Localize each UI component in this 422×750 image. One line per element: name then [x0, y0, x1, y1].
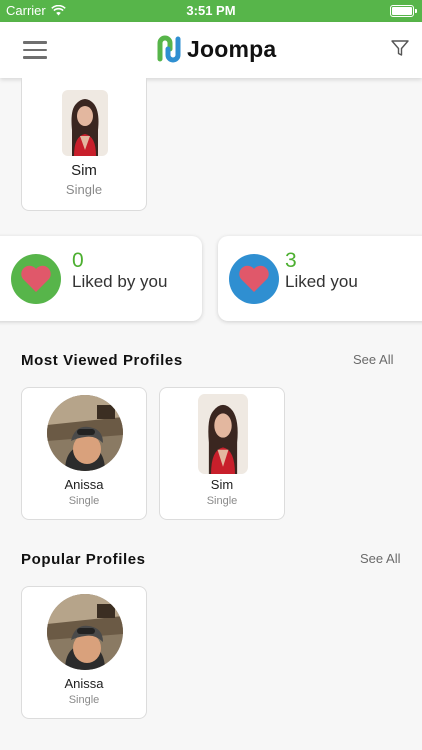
liked-by-you-label: Liked by you [72, 272, 168, 291]
profile-avatar [47, 395, 123, 471]
battery-icon [390, 5, 417, 17]
liked-you-label: Liked you [285, 272, 358, 291]
heart-icon [11, 254, 61, 304]
hamburger-menu-icon[interactable] [23, 41, 47, 59]
profile-name: Sim [71, 162, 97, 179]
profile-status: Single [68, 694, 100, 706]
profile-name: Sim [210, 477, 234, 492]
liked-you-card[interactable]: 3 Liked you [218, 236, 422, 321]
liked-by-you-card[interactable]: 0 Liked by you [0, 236, 202, 321]
profile-name: Anissa [64, 676, 104, 691]
profile-card-anissa[interactable]: Anissa Single [21, 586, 147, 719]
profile-card-anissa[interactable]: Anissa Single [21, 387, 147, 520]
filter-funnel-icon[interactable] [390, 38, 410, 58]
profile-avatar [198, 394, 248, 474]
popular-see-all-link[interactable]: See All [360, 551, 400, 566]
status-bar: Carrier 3:51 PM [0, 0, 422, 22]
liked-you-count: 3 [285, 249, 297, 272]
featured-profile-card[interactable]: Sim Single [21, 78, 147, 211]
profile-avatar [47, 594, 123, 670]
joompa-logo-icon [157, 35, 181, 63]
profile-status: Single [68, 495, 100, 507]
heart-icon [229, 254, 279, 304]
popular-profiles-title: Popular Profiles [21, 551, 146, 568]
profile-photo [62, 90, 108, 156]
app-header: Joompa [0, 22, 422, 78]
liked-by-you-count: 0 [72, 249, 84, 272]
status-time: 3:51 PM [186, 3, 236, 18]
app-logo: Joompa [157, 35, 276, 63]
most-viewed-see-all-link[interactable]: See All [353, 352, 393, 367]
profile-status: Single [65, 182, 103, 197]
most-viewed-title: Most Viewed Profiles [21, 352, 183, 369]
profile-card-sim[interactable]: Sim Single [159, 387, 285, 520]
profile-status: Single [206, 495, 238, 507]
profile-name: Anissa [64, 477, 104, 492]
app-title: Joompa [187, 35, 277, 62]
